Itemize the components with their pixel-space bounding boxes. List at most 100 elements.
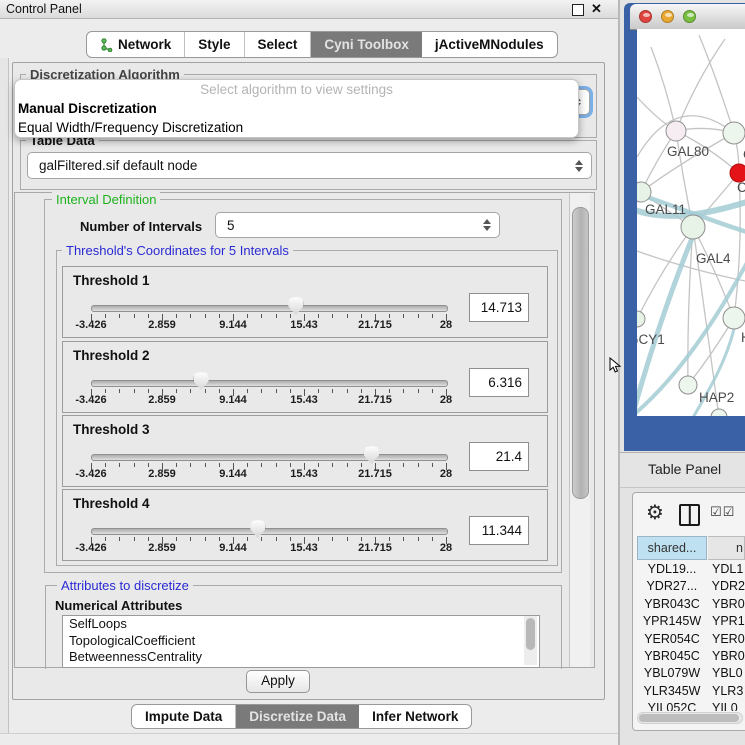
table-row[interactable]: YBR043CYBR0 xyxy=(637,596,745,613)
attribute-list-item[interactable]: TopologicalCoefficient xyxy=(63,633,539,650)
table-horizontal-scrollbar[interactable] xyxy=(637,712,743,724)
bottom-tab-infer-network[interactable]: Infer Network xyxy=(359,705,471,728)
scrollbar-thumb[interactable] xyxy=(526,618,535,650)
slider-tick xyxy=(247,537,248,541)
table-row[interactable]: YER054CYER0 xyxy=(637,631,745,648)
cell-name: YBR0 xyxy=(707,596,745,613)
algorithm-option-equal-width[interactable]: Equal Width/Frequency Discretization xyxy=(15,118,578,137)
gear-icon[interactable]: ⚙ xyxy=(646,500,664,524)
slider-tick xyxy=(403,463,404,467)
network-node[interactable] xyxy=(681,215,705,239)
slider-tick xyxy=(290,537,291,541)
table-row[interactable]: YDL19...YDL1 xyxy=(637,561,745,578)
threshold-value-field[interactable]: 11.344 xyxy=(469,516,529,545)
cell-shared-name: YBR043C xyxy=(637,596,707,613)
slider-scale-label: 21.715 xyxy=(358,319,392,331)
slider-thumb[interactable] xyxy=(364,446,379,464)
column-header-name[interactable]: n xyxy=(708,536,745,560)
table-row[interactable]: YBR045CYBR0 xyxy=(637,648,745,665)
threshold-label: Threshold 3 xyxy=(73,422,150,437)
slider-tick xyxy=(134,314,135,318)
cell-shared-name: YBR045C xyxy=(637,648,707,665)
tab-cyni-toolbox[interactable]: Cyni Toolbox xyxy=(311,32,422,57)
slider-scale-label: 9.144 xyxy=(219,319,247,331)
cell-name: YIL0 xyxy=(707,700,738,711)
split-columns-icon[interactable] xyxy=(679,504,700,526)
threshold-label: Threshold 4 xyxy=(73,496,150,511)
column-header-shared-name[interactable]: shared... xyxy=(637,536,707,560)
table-row[interactable]: YLR345WYLR3 xyxy=(637,683,745,700)
table-row[interactable]: YIL052CYIL0 xyxy=(637,700,745,711)
network-edge[interactable] xyxy=(651,47,676,131)
network-node[interactable] xyxy=(723,307,745,329)
slider-tick xyxy=(389,389,390,393)
tab-network[interactable]: Network xyxy=(87,32,185,57)
slider-thumb[interactable] xyxy=(194,372,209,390)
slider-tick xyxy=(247,463,248,467)
slider-tick xyxy=(332,463,333,467)
zoom-traffic-light-icon[interactable] xyxy=(683,10,696,23)
slider-thumb[interactable] xyxy=(250,520,265,538)
network-edge[interactable] xyxy=(699,35,734,133)
control-panel-title: Control Panel xyxy=(6,2,82,16)
scrollbar-thumb[interactable] xyxy=(639,714,739,722)
slider-scale-label: 2.859 xyxy=(148,542,176,554)
minimize-traffic-light-icon[interactable] xyxy=(661,10,674,23)
network-edge[interactable] xyxy=(641,131,676,192)
network-node[interactable] xyxy=(666,121,686,141)
algorithm-placeholder-option[interactable]: Select algorithm to view settings xyxy=(15,80,578,99)
network-window-titlebar[interactable] xyxy=(630,4,745,30)
scrollbar-thumb[interactable] xyxy=(572,207,589,499)
threshold-value-field[interactable]: 14.713 xyxy=(469,293,529,322)
number-of-intervals-combobox[interactable]: 5 xyxy=(215,212,500,238)
table-data-combobox[interactable]: galFiltered.sif default node xyxy=(27,152,592,179)
threshold-box-1: Threshold 1-3.4262.8599.14415.4321.71528… xyxy=(62,266,548,338)
table-row[interactable]: YDR27...YDR2 xyxy=(637,578,745,595)
tab-label: Impute Data xyxy=(145,706,222,727)
slider-tick xyxy=(119,389,120,393)
network-node[interactable] xyxy=(679,376,697,394)
slider-scale-label: -3.426 xyxy=(75,542,106,554)
bottom-tab-discretize-data[interactable]: Discretize Data xyxy=(236,705,359,728)
slider-track[interactable] xyxy=(91,454,448,461)
slider-tick xyxy=(105,463,106,467)
attributes-list-scrollbar[interactable] xyxy=(524,616,537,665)
tab-select[interactable]: Select xyxy=(245,32,312,57)
table-row[interactable]: YPR145WYPR1 xyxy=(637,613,745,630)
slider-tick xyxy=(105,314,106,318)
float-window-icon[interactable] xyxy=(572,4,584,16)
slider-tick xyxy=(290,389,291,393)
network-node[interactable] xyxy=(637,311,645,327)
threshold-value-field[interactable]: 6.316 xyxy=(469,368,529,397)
algorithm-option-manual[interactable]: Manual Discretization xyxy=(15,99,578,118)
network-node-label: GCY1 xyxy=(637,332,665,347)
slider-thumb[interactable] xyxy=(288,297,303,315)
network-node[interactable] xyxy=(711,409,727,416)
network-canvas[interactable]: GAL80GACGAL11GAL4GCY1HHAP2 xyxy=(637,29,745,416)
network-edge[interactable] xyxy=(641,133,734,192)
close-traffic-light-icon[interactable] xyxy=(639,10,652,23)
close-icon[interactable]: ✕ xyxy=(591,1,602,17)
slider-tick xyxy=(347,537,348,541)
panel-vertical-scrollbar[interactable] xyxy=(569,193,590,667)
tab-style[interactable]: Style xyxy=(185,32,244,57)
slider-tick xyxy=(247,314,248,318)
slider-scale-label: 21.715 xyxy=(358,394,392,406)
table-panel-title: Table Panel xyxy=(648,461,721,477)
network-node-label: GAL4 xyxy=(696,251,731,266)
slider-scale-label: 15.43 xyxy=(290,319,318,331)
apply-button[interactable]: Apply xyxy=(246,670,310,693)
tab-label: Style xyxy=(198,33,230,56)
attribute-list-item[interactable]: SelfLoops xyxy=(63,616,539,633)
table-row[interactable]: YBL079WYBL0 xyxy=(637,665,745,682)
attribute-list-item[interactable]: BetweennessCentrality xyxy=(63,649,539,666)
checkboxes-icon[interactable]: ☑☑ xyxy=(710,505,735,520)
bottom-tab-impute-data[interactable]: Impute Data xyxy=(132,705,236,728)
tab-jactivemnodules[interactable]: jActiveMNodules xyxy=(422,32,557,57)
network-node[interactable] xyxy=(723,122,745,144)
slider-track[interactable] xyxy=(91,305,448,312)
slider-track[interactable] xyxy=(91,528,448,535)
threshold-value-field[interactable]: 21.4 xyxy=(469,442,529,471)
slider-track[interactable] xyxy=(91,380,448,387)
number-of-intervals-value: 5 xyxy=(227,218,235,233)
